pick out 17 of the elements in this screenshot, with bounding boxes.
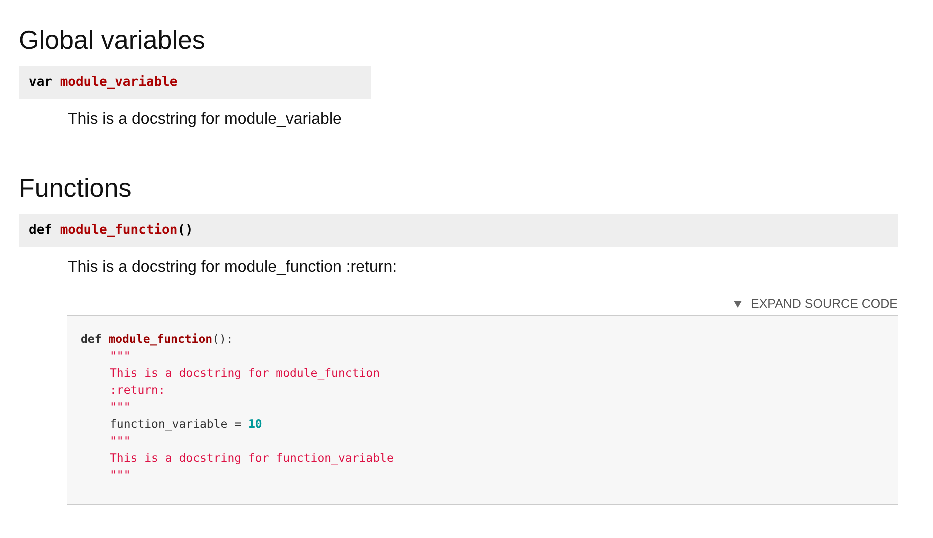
code-line: This is a docstring for module_function: [110, 365, 380, 382]
docstring-text: This is a docstring for module_function :return:: [68, 259, 398, 277]
code-line: """: [110, 348, 131, 365]
code-line: """: [110, 433, 131, 450]
code-line: :return:: [110, 382, 166, 399]
expand-source-link[interactable]: EXPAND SOURCE CODE: [734, 297, 898, 315]
section-heading: Global variables: [19, 24, 206, 56]
code-line: function_variable = 10: [110, 416, 262, 433]
docstring-text: This is a docstring for module_variable: [68, 111, 343, 129]
code-line: def module_function():: [81, 331, 234, 348]
section-heading: Functions: [19, 172, 133, 204]
signature-bar: var module_variable: [19, 66, 371, 99]
code-line: """: [110, 467, 131, 484]
code-line: This is a docstring for function_variable: [110, 450, 394, 467]
triangle-down-icon: [734, 300, 742, 308]
signature-bar: def module_function(): [19, 214, 898, 247]
code-line: """: [110, 399, 131, 416]
